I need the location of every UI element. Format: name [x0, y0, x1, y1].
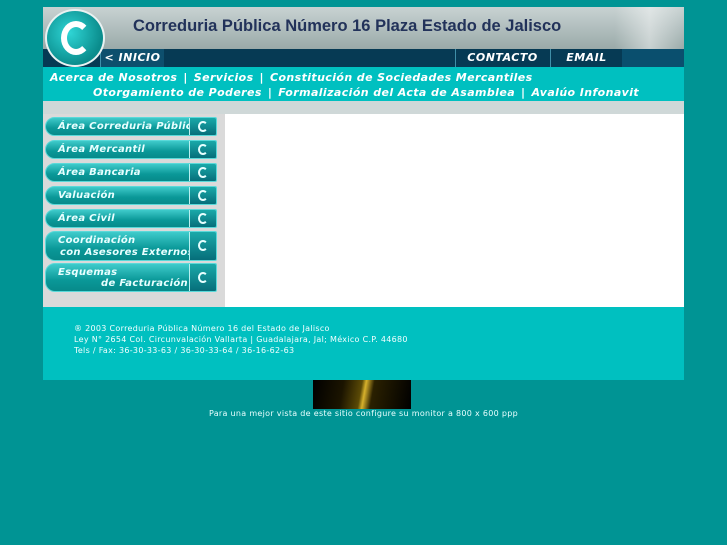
sidebar-item-valuacion[interactable]: Valuación [45, 186, 217, 205]
links-row-2: Otorgamiento de Poderes | Formalización de… [93, 86, 639, 99]
banner-image[interactable] [313, 380, 411, 409]
sidebar-item-label-line1: Coordinación [58, 235, 136, 246]
logo-c-icon [198, 212, 208, 224]
sidebar-item-civil[interactable]: Área Civil [45, 209, 217, 228]
sidebar-item-label-line2: de Facturación [101, 278, 188, 289]
sidebar-item-mercantil[interactable]: Área Mercantil [45, 140, 217, 159]
logo[interactable] [45, 9, 105, 67]
link-separator: | [521, 86, 526, 99]
sidebar-item-label: Área Correduria Pública [58, 121, 200, 132]
logo-c-icon [61, 21, 91, 55]
sidebar-item-label: Área Mercantil [58, 144, 145, 155]
footer-copyright: ® 2003 Correduria Pública Número 16 del … [74, 324, 330, 333]
sidebar-item-label-line1: Esquemas [58, 267, 118, 278]
logo-c-icon [198, 143, 208, 155]
email-link[interactable]: EMAIL [550, 49, 622, 67]
link-acta[interactable]: Formalización del Acta de Asamblea [278, 86, 515, 99]
sidebar-item-bancaria[interactable]: Área Bancaria [45, 163, 217, 182]
link-separator: | [259, 71, 264, 84]
header-shine [615, 7, 684, 49]
site-header: Correduria Pública Número 16 Plaza Estad… [43, 7, 684, 49]
logo-c-icon [198, 240, 208, 251]
logo-c-icon [198, 189, 208, 201]
links-row-1: Acerca de Nosotros | Servicios | Constitució… [50, 71, 533, 84]
link-acerca[interactable]: Acerca de Nosotros [50, 71, 177, 84]
sidebar-item-cap [189, 232, 216, 260]
link-servicios[interactable]: Servicios [194, 71, 254, 84]
section-links: Acerca de Nosotros | Servicios | Constitució… [43, 67, 684, 100]
sidebar: Área Correduria Pública Área Mercantil Á… [43, 114, 225, 307]
sidebar-item-label: Área Bancaria [58, 167, 141, 178]
inicio-link[interactable]: < INICIO [100, 49, 164, 67]
link-separator: | [183, 71, 188, 84]
sidebar-item-correduria[interactable]: Área Correduria Pública [45, 117, 217, 136]
navbar-end [622, 49, 684, 67]
top-navbar: < INICIO CONTACTO EMAIL [43, 49, 684, 67]
divider-strip [43, 101, 684, 114]
logo-c-icon [198, 166, 208, 178]
sidebar-item-label-line2: con Asesores Externos [60, 247, 194, 258]
sidebar-item-cap [189, 141, 216, 158]
sidebar-item-label: Área Civil [58, 213, 115, 224]
link-constitucion[interactable]: Constitución de Sociedades Mercantiles [270, 71, 533, 84]
sidebar-item-cap [189, 164, 216, 181]
sidebar-item-cap [189, 187, 216, 204]
logo-c-icon [198, 271, 208, 283]
site-footer: ® 2003 Correduria Pública Número 16 del … [43, 307, 684, 380]
page-frame: Correduria Pública Número 16 Plaza Estad… [43, 7, 684, 380]
sidebar-item-esquemas[interactable]: Esquemas de Facturación [45, 263, 217, 292]
site-title: Correduria Pública Número 16 Plaza Estad… [133, 17, 562, 35]
footer-address: Ley N° 2654 Col. Circunvalación Vallarta… [74, 335, 408, 344]
link-poderes[interactable]: Otorgamiento de Poderes [93, 86, 262, 99]
sidebar-item-cap [189, 118, 216, 135]
main-content [225, 114, 684, 307]
monitor-note: Para una mejor vista de este sitio confi… [208, 409, 519, 418]
logo-c-icon [198, 120, 208, 132]
sidebar-item-cap [189, 210, 216, 227]
sidebar-item-cap [189, 264, 216, 291]
link-separator: | [267, 86, 273, 99]
sidebar-item-label: Valuación [58, 190, 116, 201]
footer-phones: Tels / Fax: 36-30-33-63 / 36-30-33-64 / … [74, 346, 295, 355]
link-avaluo[interactable]: Avalúo Infonavit [531, 86, 639, 99]
contacto-link[interactable]: CONTACTO [455, 49, 549, 67]
sidebar-item-coordinacion[interactable]: Coordinación con Asesores Externos [45, 231, 217, 261]
